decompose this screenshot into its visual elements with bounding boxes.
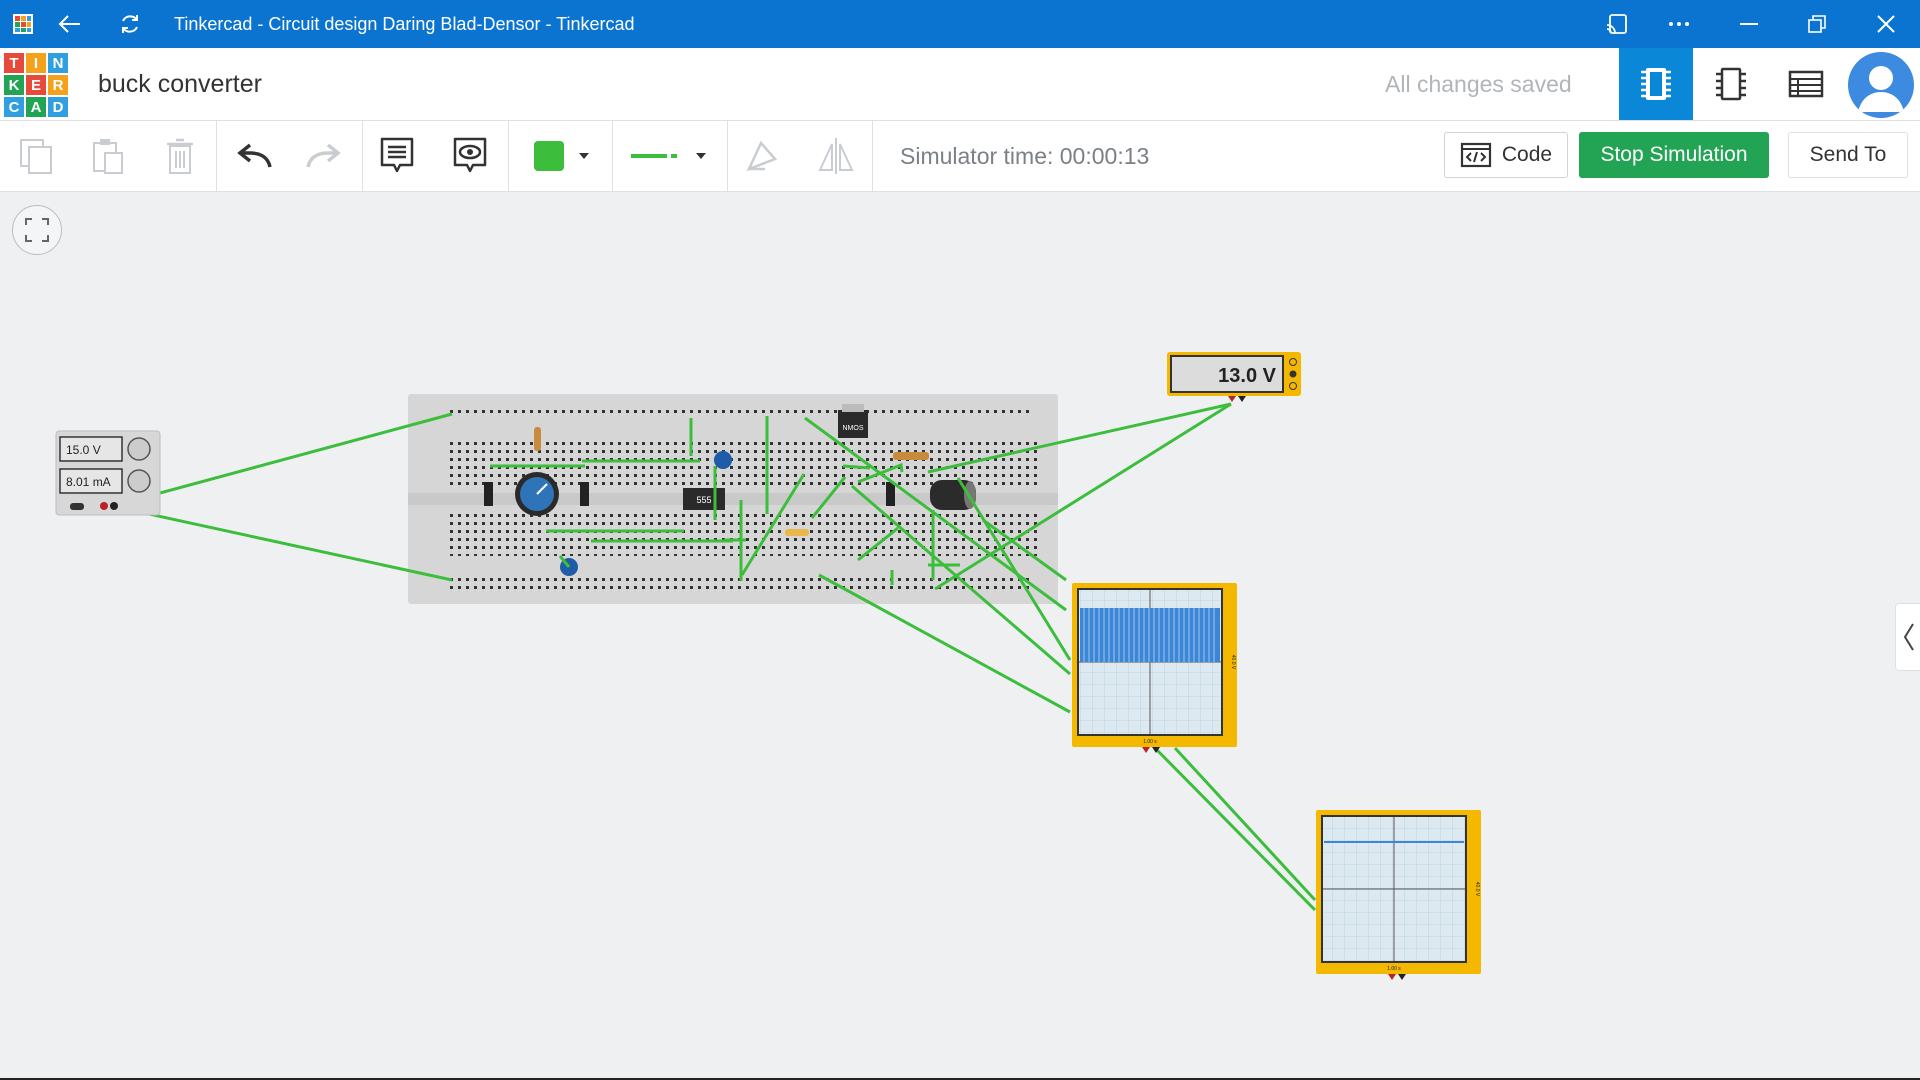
redo-icon [306, 143, 341, 168]
psu-voltage-readout: 15.0 V [66, 443, 101, 457]
oscilloscope-2-volt-label: 40.0 V [1474, 882, 1480, 897]
toolbar-divider [727, 121, 728, 191]
oscilloscope-1-time-label: 1.00 s [1143, 739, 1157, 745]
logo-letter: R [47, 74, 69, 96]
circuit-canvas[interactable]: 555 NMOS 15.0 V 8.01 mA 13.0 V 1.00 s 40… [0, 192, 1920, 1078]
notes-button[interactable] [373, 121, 421, 191]
paste-icon [93, 139, 123, 174]
oscilloscope-1[interactable]: 1.00 s 40.0 V [1072, 583, 1237, 753]
toolbar-divider [508, 121, 509, 191]
timer-chip-555[interactable]: 555 [683, 488, 725, 510]
oscilloscope-1-volt-label: 40.0 V [1230, 655, 1236, 670]
close-icon[interactable] [1868, 0, 1904, 48]
resistor-2[interactable] [785, 529, 809, 536]
redo-button[interactable] [300, 121, 348, 191]
logo-letter: C [3, 96, 25, 118]
logo-letter: D [47, 96, 69, 118]
table-icon [1788, 70, 1824, 98]
psu-current-readout: 8.01 mA [66, 475, 111, 489]
oscilloscope-2[interactable]: 1.00 s 40.0 V [1316, 810, 1481, 980]
flip-icon [818, 138, 854, 174]
side-panel-toggle[interactable] [1895, 603, 1920, 671]
cast-icon[interactable] [1600, 0, 1634, 48]
note-icon [380, 137, 414, 173]
undo-button[interactable] [230, 121, 278, 191]
delete-button[interactable] [156, 121, 204, 191]
simulator-time: Simulator time: 00:00:13 [900, 143, 1150, 169]
toolbar-divider [362, 121, 363, 191]
oscilloscope-1-waveform [1080, 608, 1220, 662]
diode-3[interactable] [886, 482, 895, 506]
oscilloscope-2-time-label: 1.00 s [1387, 966, 1401, 972]
resistor-3[interactable] [534, 427, 541, 451]
multimeter-reading: 13.0 V [1218, 365, 1276, 387]
eye-note-icon [453, 137, 487, 173]
chevron-down-icon [579, 153, 589, 159]
window-title: Tinkercad - Circuit design Daring Blad-D… [174, 14, 635, 34]
tinkercad-logo[interactable]: T I N K E R C A D [3, 52, 69, 118]
back-arrow-icon[interactable] [52, 0, 88, 48]
more-options-icon[interactable] [1662, 0, 1696, 48]
user-avatar[interactable] [1848, 52, 1914, 118]
toolbar-divider [612, 121, 613, 191]
logo-letter: A [25, 96, 47, 118]
multimeter[interactable]: 13.0 V [1167, 352, 1301, 402]
logo-letter: I [25, 52, 47, 74]
circuit-view-icon [1641, 68, 1671, 100]
wire-type-swatch [631, 154, 667, 158]
project-name[interactable]: buck converter [98, 48, 262, 120]
save-status: All changes saved [1385, 71, 1572, 97]
schematic-view-button[interactable] [1694, 48, 1768, 120]
chip-icon [1716, 67, 1746, 101]
toolbar-divider [872, 121, 873, 191]
psu-voltage-knob[interactable] [127, 437, 151, 461]
mosfet-label: NMOS [843, 425, 864, 432]
rotate-icon [746, 140, 778, 172]
code-icon [1460, 142, 1491, 168]
color-swatch [534, 141, 564, 171]
nmos-transistor[interactable]: NMOS [838, 404, 868, 438]
potentiometer[interactable] [515, 472, 559, 516]
logo-letter: E [25, 74, 47, 96]
window-titlebar: Tinkercad - Circuit design Daring Blad-D… [0, 0, 1920, 48]
logo-letter: T [3, 52, 25, 74]
send-to-button[interactable]: Send To [1788, 132, 1908, 178]
wire-type-swatch-tail [671, 154, 677, 158]
app-icon [6, 0, 40, 48]
refresh-icon[interactable] [112, 0, 148, 48]
toggle-notes-visibility-button[interactable] [446, 121, 494, 191]
resistor-1[interactable] [893, 452, 929, 460]
logo-letter: K [3, 74, 25, 96]
wire-color-picker[interactable] [516, 121, 608, 191]
toolbar-divider [216, 121, 217, 191]
stop-simulation-button[interactable]: Stop Simulation [1579, 132, 1769, 178]
user-icon [1858, 66, 1904, 112]
copy-icon [20, 139, 52, 174]
code-button-label: Code [1501, 143, 1553, 166]
copy-button[interactable] [12, 121, 60, 191]
circuit-view-button[interactable] [1619, 48, 1693, 120]
chevron-left-icon [1903, 623, 1914, 651]
flip-button[interactable] [812, 121, 860, 191]
component-list-button[interactable] [1769, 48, 1843, 120]
paste-button[interactable] [84, 121, 132, 191]
trash-icon [167, 138, 193, 174]
chevron-down-icon [696, 153, 706, 159]
power-supply[interactable]: 15.0 V 8.01 mA [55, 430, 161, 516]
rotate-button[interactable] [740, 121, 784, 191]
undo-icon [237, 143, 272, 168]
logo-letter: N [47, 52, 69, 74]
code-button[interactable]: Code [1444, 132, 1568, 178]
diode-2[interactable] [580, 482, 589, 506]
diode-1[interactable] [484, 482, 493, 506]
minimize-icon[interactable] [1732, 0, 1766, 48]
ceramic-capacitor-1[interactable] [714, 451, 732, 469]
restore-icon[interactable] [1800, 0, 1834, 48]
chip-label: 555 [696, 495, 711, 505]
wire-type-picker[interactable] [618, 121, 720, 191]
psu-current-knob[interactable] [127, 469, 151, 493]
